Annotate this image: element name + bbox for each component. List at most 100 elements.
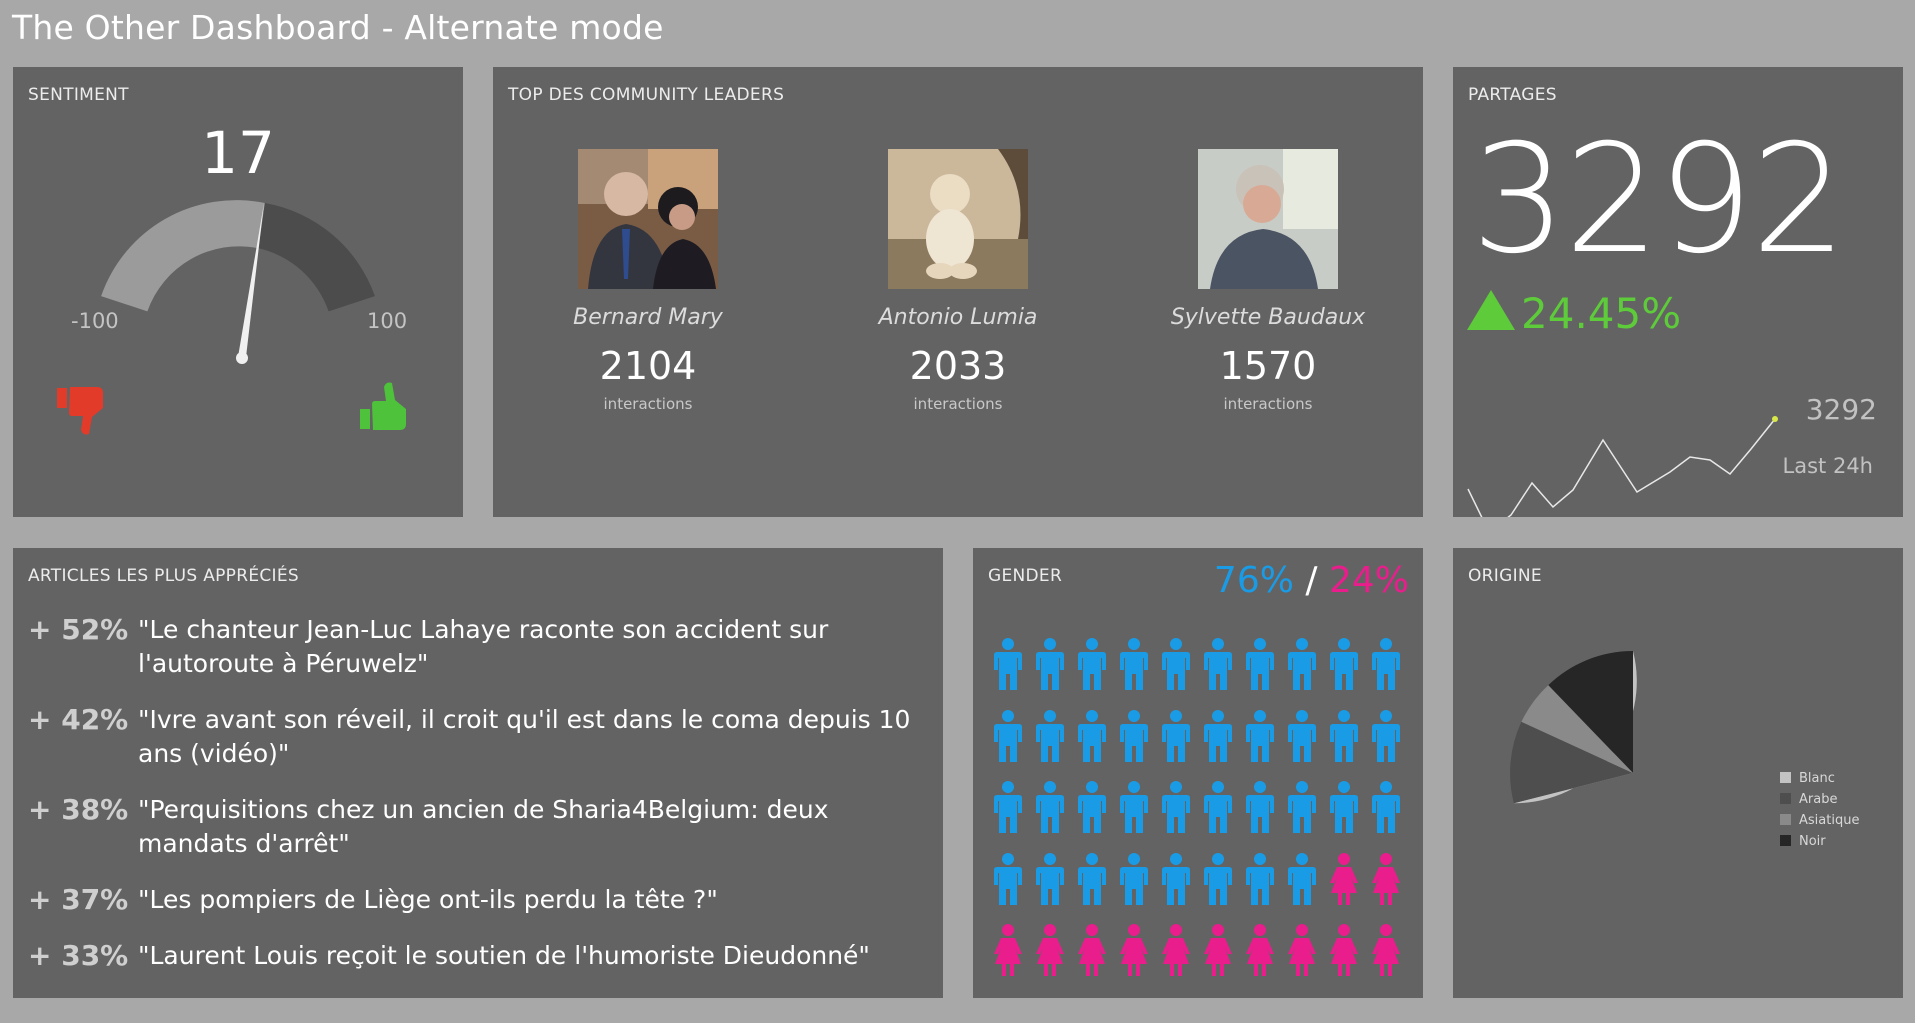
article-percentage: + 33%	[28, 939, 129, 972]
articles-title: ARTICLES LES PLUS APPRÉCIÉS	[28, 566, 300, 586]
legend-item: Arabe	[1780, 789, 1859, 810]
male-person-icon	[1285, 781, 1319, 833]
male-person-icon	[1075, 638, 1109, 690]
sparkline-label: Last 24h	[1782, 454, 1873, 478]
female-person-icon	[1243, 924, 1277, 976]
origine-legend: Blanc Arabe Asiatique Noir	[1780, 768, 1859, 852]
article-item[interactable]: + 42% "Ivre avant son réveil, il croit q…	[28, 703, 933, 771]
gender-ratio: 76% / 24%	[1214, 560, 1409, 601]
female-person-icon	[1201, 924, 1235, 976]
legend-label: Noir	[1799, 834, 1826, 849]
ratio-separator: /	[1305, 560, 1318, 601]
gauge-min-label: -100	[71, 309, 119, 333]
partages-tile: PARTAGES 3292 24.45% 3292 Last 24h	[1453, 67, 1903, 517]
gauge-arc-positive	[258, 203, 375, 312]
thumbs-down-icon	[57, 387, 103, 435]
article-title: "Les pompiers de Liège ont-ils perdu la …	[138, 885, 718, 914]
legend-swatch	[1780, 793, 1791, 804]
leader-name: Antonio Lumia	[878, 305, 1038, 330]
shares-sparkline	[1467, 416, 1778, 517]
article-item[interactable]: + 52% "Le chanteur Jean-Luc Lahaye racon…	[28, 613, 933, 681]
male-percentage: 76%	[1213, 560, 1294, 601]
male-person-icon	[1159, 852, 1193, 905]
male-person-icon	[1075, 781, 1109, 833]
male-person-icon	[1201, 852, 1235, 905]
male-person-icon	[1285, 638, 1319, 690]
male-person-icon	[1033, 781, 1067, 833]
leader-photo	[578, 149, 718, 289]
leader-name: Bernard Mary	[573, 305, 723, 330]
leader-card[interactable]: Antonio Lumia 2033 interactions	[803, 149, 1113, 413]
male-person-icon	[1201, 781, 1235, 833]
article-item[interactable]: + 38% "Perquisitions chez un ancien de S…	[28, 793, 933, 861]
female-percentage: 24%	[1328, 560, 1409, 601]
article-percentage: + 52%	[28, 613, 129, 646]
female-person-icon	[1285, 924, 1319, 976]
leader-interaction-count: 1570	[1219, 344, 1317, 388]
shares-total: 3292	[1471, 113, 1847, 287]
male-person-icon	[1075, 709, 1109, 762]
male-person-icon	[1117, 781, 1151, 833]
male-person-icon	[1369, 709, 1403, 762]
articles-list: + 52% "Le chanteur Jean-Luc Lahaye racon…	[28, 613, 933, 995]
female-person-icon	[1033, 924, 1067, 976]
page-title: The Other Dashboard - Alternate mode	[12, 8, 664, 47]
male-person-icon	[1033, 709, 1067, 762]
female-person-icon	[1369, 924, 1403, 976]
female-person-icon	[991, 924, 1025, 976]
male-person-icon	[1285, 709, 1319, 762]
male-person-icon	[1075, 852, 1109, 905]
male-person-icon	[1201, 638, 1235, 690]
legend-item: Asiatique	[1780, 810, 1859, 831]
female-person-icon	[1159, 924, 1193, 976]
male-person-icon	[1327, 781, 1361, 833]
article-item[interactable]: + 33% "Laurent Louis reçoit le soutien d…	[28, 939, 933, 973]
article-percentage: + 42%	[28, 703, 129, 736]
male-person-icon	[1243, 852, 1277, 905]
legend-swatch	[1780, 814, 1791, 825]
male-person-icon	[1117, 709, 1151, 762]
male-person-icon	[1159, 709, 1193, 762]
leader-interaction-unit: interactions	[603, 395, 693, 413]
leader-interaction-unit: interactions	[913, 395, 1003, 413]
legend-label: Arabe	[1799, 792, 1838, 807]
male-person-icon	[991, 709, 1025, 762]
leader-interaction-unit: interactions	[1223, 395, 1313, 413]
legend-swatch	[1780, 772, 1791, 783]
article-item[interactable]: + 37% "Les pompiers de Liège ont-ils per…	[28, 883, 933, 917]
leader-card[interactable]: Bernard Mary 2104 interactions	[493, 149, 803, 413]
sentiment-tile: SENTIMENT 17 -100 100	[13, 67, 463, 517]
gender-title: GENDER	[988, 566, 1063, 586]
arrow-up-icon	[1467, 290, 1515, 330]
origine-title: ORIGINE	[1468, 566, 1542, 586]
male-person-icon	[1243, 781, 1277, 833]
male-person-icon	[991, 852, 1025, 905]
male-person-icon	[1159, 638, 1193, 690]
male-person-icon	[1243, 709, 1277, 762]
gauge-arc-negative	[101, 200, 265, 312]
male-person-icon	[1117, 852, 1151, 905]
female-person-icon	[1327, 852, 1361, 905]
leader-card[interactable]: Sylvette Baudaux 1570 interactions	[1113, 149, 1423, 413]
male-person-icon	[1117, 638, 1151, 690]
male-person-icon	[1327, 638, 1361, 690]
male-person-icon	[1033, 638, 1067, 690]
female-person-icon	[1117, 924, 1151, 976]
thumbs-up-icon	[360, 382, 406, 430]
leader-photo	[1198, 149, 1338, 289]
gauge-max-label: 100	[367, 309, 408, 333]
community-leaders-tile: TOP DES COMMUNITY LEADERS Bernard Mary 2…	[493, 67, 1423, 517]
male-person-icon	[1369, 781, 1403, 833]
male-person-icon	[1033, 852, 1067, 905]
leaders-title: TOP DES COMMUNITY LEADERS	[508, 85, 785, 105]
male-person-icon	[1243, 638, 1277, 690]
female-person-icon	[1327, 924, 1361, 976]
male-person-icon	[1159, 781, 1193, 833]
origine-tile: ORIGINE Blanc Arabe Asiatique Noir	[1453, 548, 1903, 998]
male-person-icon	[1327, 709, 1361, 762]
legend-label: Asiatique	[1799, 813, 1860, 828]
shares-change: 24.45%	[1467, 289, 1681, 338]
male-person-icon	[991, 638, 1025, 690]
partages-title: PARTAGES	[1468, 85, 1557, 105]
sparkline-value: 3292	[1805, 393, 1877, 426]
